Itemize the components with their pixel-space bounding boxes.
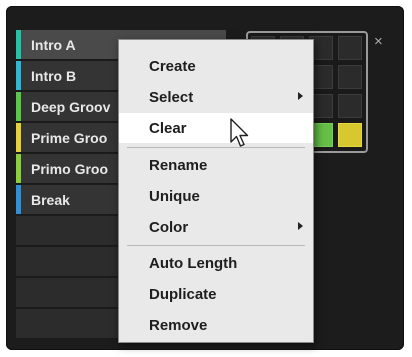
- mouse-pointer-icon: [230, 118, 249, 147]
- menu-item-label: Unique: [149, 188, 200, 205]
- scene-name: Intro B: [31, 68, 77, 84]
- scene-color-swatch: [16, 30, 21, 59]
- menu-item-unique[interactable]: Unique: [119, 181, 313, 211]
- menu-item-auto-length[interactable]: Auto Length: [119, 248, 313, 278]
- menu-item-label: Auto Length: [149, 255, 238, 272]
- scene-name: Break: [31, 192, 70, 208]
- submenu-arrow-icon: [298, 222, 303, 230]
- menu-item-label: Clear: [149, 120, 187, 137]
- scene-name: Deep Groov: [31, 99, 111, 115]
- scene-color-swatch: [16, 154, 21, 183]
- menu-item-create[interactable]: Create: [119, 51, 313, 81]
- close-icon[interactable]: ×: [374, 34, 383, 49]
- menu-item-label: Color: [149, 219, 189, 236]
- scene-color-swatch: [16, 123, 21, 152]
- scene-name: Prime Groo: [31, 130, 108, 146]
- scene-color-swatch: [16, 92, 21, 121]
- pad-yellow[interactable]: [338, 123, 362, 147]
- menu-item-label: Rename: [149, 157, 208, 174]
- menu-item-label: Create: [149, 58, 196, 75]
- pad[interactable]: [338, 94, 362, 118]
- menu-item-label: Select: [149, 89, 194, 106]
- menu-separator: [127, 147, 305, 148]
- menu-item-clear[interactable]: Clear: [119, 113, 313, 143]
- submenu-arrow-icon: [298, 92, 303, 100]
- menu-item-color[interactable]: Color: [119, 212, 313, 242]
- menu-separator: [127, 245, 305, 246]
- scene-color-swatch: [16, 185, 21, 214]
- menu-item-rename[interactable]: Rename: [119, 150, 313, 180]
- pad[interactable]: [338, 65, 362, 89]
- menu-item-duplicate[interactable]: Duplicate: [119, 279, 313, 309]
- scene-color-swatch: [16, 61, 21, 90]
- menu-item-label: Duplicate: [149, 286, 217, 303]
- context-menu: Create Select Clear Rename Unique Color …: [118, 39, 314, 343]
- menu-item-select[interactable]: Select: [119, 82, 313, 112]
- scene-name: Primo Groo: [31, 161, 109, 177]
- pad[interactable]: [338, 36, 362, 60]
- menu-item-remove[interactable]: Remove: [119, 310, 313, 340]
- menu-item-label: Remove: [149, 317, 208, 334]
- scene-name: Intro A: [31, 37, 76, 53]
